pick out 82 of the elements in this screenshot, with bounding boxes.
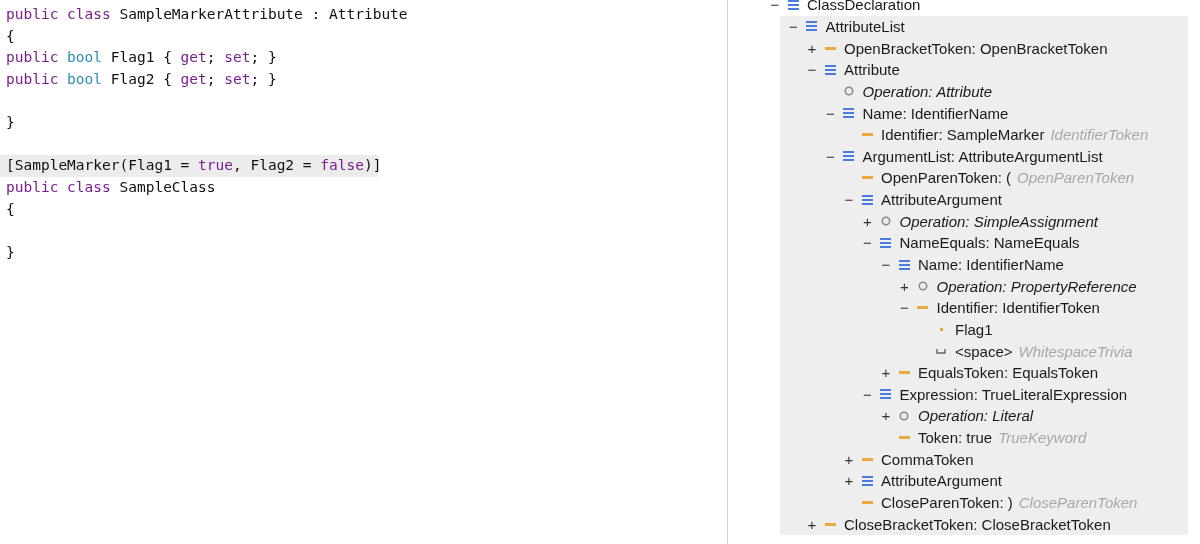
node-label[interactable]: CommaToken: [881, 450, 974, 468]
expander-toggle[interactable]: −: [881, 256, 891, 273]
list-icon: [861, 194, 873, 205]
expander-toggle[interactable]: −: [789, 17, 798, 35]
node-label[interactable]: AttributeArgument: [881, 191, 1002, 209]
dash-icon: [861, 501, 873, 505]
expander-toggle[interactable]: +: [844, 450, 854, 468]
node-type: OpenParenToken: [1017, 169, 1135, 187]
node-type: CloseParenToken: [1018, 494, 1138, 512]
code-line: public bool Flag2 { get; set; }: [6, 70, 277, 87]
expander-toggle[interactable]: +: [900, 277, 909, 295]
expander-toggle[interactable]: +: [881, 364, 891, 382]
node-label[interactable]: Operation: SimpleAssignment: [899, 212, 1098, 230]
dash-icon: [898, 371, 910, 375]
expander-toggle[interactable]: −: [807, 61, 817, 79]
node-label[interactable]: NameEquals: NameEquals: [899, 234, 1080, 252]
node-label[interactable]: Expression: TrueLiteralExpression: [899, 385, 1128, 403]
node-type: IdentifierToken: [1050, 126, 1149, 144]
circle-icon: [843, 86, 854, 97]
expander-toggle[interactable]: −: [826, 104, 835, 122]
expander-toggle[interactable]: −: [900, 299, 909, 317]
code-line: [SampleMarker(Flag1 = true, Flag2 = false)]: [6, 157, 382, 174]
expander-toggle[interactable]: +: [844, 472, 854, 490]
code-editor[interactable]: public class SampleMarkerAttribute : Attribute { public bool Flag1 { get; set; } public bool Flag2 { get; set; } } [SampleMarker(Flag1 = true, Flag2 = false)] public class SampleClass { }: [0, 0, 728, 544]
dash-icon: [824, 46, 836, 50]
list-icon: [787, 0, 799, 10]
dash-icon: [824, 522, 836, 526]
circle-icon: [880, 216, 891, 227]
expander-toggle[interactable]: −: [863, 385, 872, 403]
list-icon: [861, 475, 873, 486]
node-label[interactable]: Operation: PropertyReference: [936, 277, 1137, 295]
dash-icon: [898, 436, 910, 440]
node-label[interactable]: Attribute: [844, 61, 900, 79]
expander-toggle[interactable]: −: [863, 234, 872, 252]
code-line: public bool Flag1 { get; set; }: [6, 49, 277, 66]
expander-toggle[interactable]: −: [770, 0, 780, 14]
code-line: {: [6, 200, 15, 217]
node-label[interactable]: OpenParenToken: (: [881, 169, 1012, 187]
node-label[interactable]: Flag1: [955, 320, 993, 338]
expander-toggle[interactable]: −: [844, 191, 854, 209]
dash-icon: [917, 306, 928, 310]
expander-toggle[interactable]: +: [807, 515, 817, 533]
code-line: {: [6, 27, 15, 44]
node-label[interactable]: AttributeArgument: [881, 472, 1002, 490]
node-label[interactable]: OpenBracketToken: OpenBracketToken: [844, 39, 1108, 57]
circle-icon: [899, 411, 909, 421]
dash-icon: [861, 176, 873, 180]
expander-toggle[interactable]: −: [826, 147, 835, 165]
dash-icon: [861, 457, 873, 461]
list-icon: [806, 21, 817, 32]
node-label[interactable]: <space>: [955, 342, 1013, 360]
expander-toggle[interactable]: +: [807, 39, 817, 57]
code-line: }: [6, 244, 15, 261]
node-label[interactable]: Identifier: SampleMarker: [881, 126, 1045, 144]
dash-icon: [861, 133, 873, 137]
node-label[interactable]: EqualsToken: EqualsToken: [918, 364, 1099, 382]
code-line: }: [6, 114, 15, 131]
list-icon: [898, 259, 910, 270]
node-type: WhitespaceTrivia: [1018, 342, 1133, 360]
node-label[interactable]: ArgumentList: AttributeArgumentList: [862, 147, 1103, 165]
node-label[interactable]: Name: IdentifierName: [918, 256, 1064, 273]
code-line: public class SampleClass: [6, 179, 216, 196]
circle-icon: [917, 281, 928, 292]
list-icon: [843, 151, 854, 162]
list-icon: [843, 108, 854, 118]
list-icon: [880, 237, 891, 248]
code-line: public class SampleMarkerAttribute : Attribute: [6, 6, 408, 22]
node-label[interactable]: CloseParenToken: ): [881, 494, 1013, 512]
node-label[interactable]: AttributeList: [825, 17, 905, 35]
node-type: TrueKeyword: [998, 429, 1087, 447]
node-label[interactable]: ClassDeclaration: [807, 0, 921, 14]
node-label[interactable]: CloseBracketToken: CloseBracketToken: [844, 515, 1111, 533]
expander-toggle[interactable]: +: [863, 212, 872, 230]
list-icon: [880, 389, 891, 400]
node-label[interactable]: Operation: Literal: [918, 407, 1034, 425]
node-label[interactable]: Name: IdentifierName: [862, 104, 1009, 122]
node-label[interactable]: Identifier: IdentifierToken: [936, 299, 1100, 317]
expander-toggle[interactable]: +: [881, 407, 891, 425]
list-icon: [824, 64, 836, 75]
node-label[interactable]: Token: true: [918, 429, 993, 447]
space-icon: [936, 348, 946, 354]
node-label[interactable]: Operation: Attribute: [862, 82, 992, 100]
